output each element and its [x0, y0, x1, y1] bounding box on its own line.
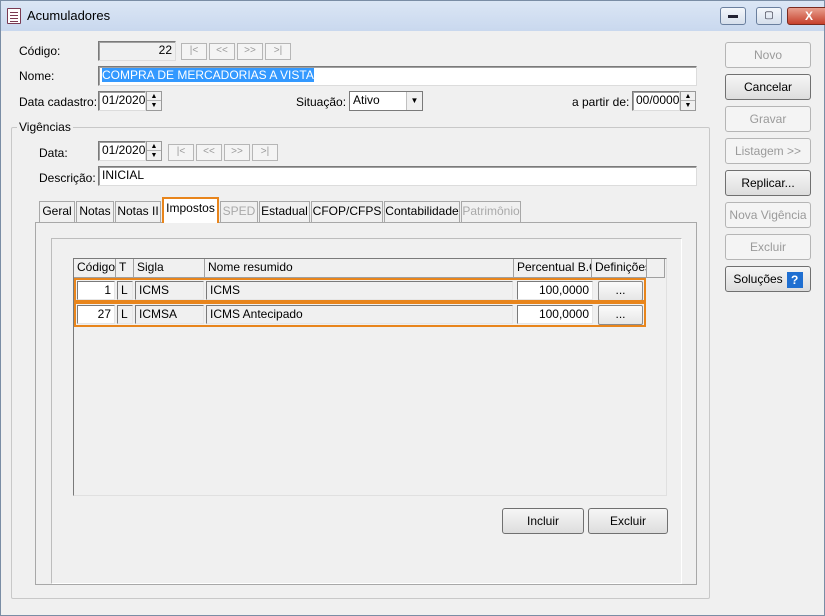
novo-button[interactable]: Novo — [725, 42, 811, 68]
data-cadastro-field[interactable]: 01/2020 — [98, 91, 146, 111]
table-row-1-definicoes-button[interactable]: ... — [598, 281, 643, 301]
accumulators-window: Acumuladores ▬ ▢ X Código: 22 |< << >> >… — [0, 0, 825, 616]
next-record-button[interactable]: >> — [237, 43, 263, 60]
vigencia-previous-button[interactable]: << — [196, 144, 222, 161]
solucoes-label: Soluções — [733, 272, 783, 286]
spin-down-icon[interactable]: ▼ — [147, 151, 161, 160]
column-header-percentual[interactable]: Percentual B.C. — [514, 259, 592, 278]
descricao-field[interactable]: INICIAL — [98, 166, 697, 186]
vigencia-last-button[interactable]: >| — [252, 144, 278, 161]
table-row-2-definicoes-button[interactable]: ... — [598, 305, 643, 325]
vigencia-data-spinner[interactable]: ▲ ▼ — [146, 141, 162, 161]
codigo-field[interactable]: 22 — [98, 41, 176, 61]
tab-estadual[interactable]: Estadual — [259, 201, 310, 222]
nome-label: Nome: — [19, 69, 55, 83]
table-row-1-nome[interactable]: ICMS — [206, 281, 513, 300]
table-row-2-t[interactable]: L — [117, 305, 133, 324]
column-header-codigo[interactable]: Código — [74, 259, 116, 278]
cancelar-button[interactable]: Cancelar — [725, 74, 811, 100]
tab-cfop-cfps[interactable]: CFOP/CFPS — [311, 201, 383, 222]
table-row-2-nome[interactable]: ICMS Antecipado — [206, 305, 513, 324]
vigencias-title: Vigências — [17, 120, 73, 134]
title-bar: Acumuladores ▬ ▢ X — [1, 1, 825, 31]
spin-up-icon[interactable]: ▲ — [681, 92, 695, 101]
column-header-sigla[interactable]: Sigla — [134, 259, 205, 278]
a-partir-label: a partir de: — [572, 95, 630, 109]
help-icon: ? — [786, 271, 803, 288]
nome-field[interactable]: COMPRA DE MERCADORIAS A VISTA — [98, 66, 697, 86]
incluir-button[interactable]: Incluir — [502, 508, 584, 534]
tab-notas[interactable]: Notas — [76, 201, 114, 222]
data-cadastro-spinner[interactable]: ▲ ▼ — [146, 91, 162, 111]
close-button[interactable]: X — [787, 7, 825, 25]
table-row-1-sigla[interactable]: ICMS — [135, 281, 204, 300]
column-header-t[interactable]: T — [116, 259, 134, 278]
column-header-blank — [647, 259, 665, 278]
solucoes-button[interactable]: Soluções? — [725, 266, 811, 292]
codigo-label: Código: — [19, 44, 61, 58]
maximize-button[interactable]: ▢ — [756, 7, 782, 25]
table-row-1-percentual[interactable]: 100,0000 — [517, 281, 593, 300]
first-record-button[interactable]: |< — [181, 43, 207, 60]
table-row-1-codigo[interactable]: 1 — [77, 281, 115, 300]
a-partir-field[interactable]: 00/0000 — [632, 91, 680, 111]
tab-sped[interactable]: SPED — [220, 201, 258, 222]
table-row-2-sigla[interactable]: ICMSA — [135, 305, 204, 324]
vigencia-data-field[interactable]: 01/2020 — [98, 141, 146, 161]
vigencia-data-label: Data: — [39, 146, 68, 160]
table-row-2-percentual[interactable]: 100,0000 — [517, 305, 593, 324]
tab-patrimonio[interactable]: Patrimônio — [461, 201, 521, 222]
data-cadastro-label: Data cadastro: — [19, 95, 98, 109]
tab-contabilidade[interactable]: Contabilidade — [384, 201, 460, 222]
replicar-button[interactable]: Replicar... — [725, 170, 811, 196]
window-title: Acumuladores — [27, 8, 111, 23]
vigencia-first-button[interactable]: |< — [168, 144, 194, 161]
situacao-select[interactable]: Ativo ▼ — [349, 91, 423, 111]
column-header-definicoes[interactable]: Definições — [592, 259, 647, 278]
spin-down-icon[interactable]: ▼ — [681, 101, 695, 110]
previous-record-button[interactable]: << — [209, 43, 235, 60]
table-row-1-t[interactable]: L — [117, 281, 133, 300]
situacao-value: Ativo — [353, 93, 380, 107]
chevron-down-icon[interactable]: ▼ — [406, 92, 422, 110]
column-header-nome-resumido[interactable]: Nome resumido — [205, 259, 514, 278]
gravar-button[interactable]: Gravar — [725, 106, 811, 132]
tab-notas-ii[interactable]: Notas II — [115, 201, 161, 222]
descricao-label: Descrição: — [39, 171, 96, 185]
spin-down-icon[interactable]: ▼ — [147, 101, 161, 110]
spin-up-icon[interactable]: ▲ — [147, 142, 161, 151]
nova-vigencia-button[interactable]: Nova Vigência — [725, 202, 811, 228]
last-record-button[interactable]: >| — [265, 43, 291, 60]
excluir-button[interactable]: Excluir — [588, 508, 668, 534]
nome-value: COMPRA DE MERCADORIAS A VISTA — [102, 68, 314, 82]
document-icon — [7, 8, 21, 24]
tab-impostos[interactable]: Impostos — [162, 197, 219, 223]
situacao-label: Situação: — [296, 95, 347, 109]
vigencia-next-button[interactable]: >> — [224, 144, 250, 161]
minimize-button[interactable]: ▬ — [720, 7, 746, 25]
excluir-vigencia-button[interactable]: Excluir Vigência — [725, 234, 811, 278]
tab-geral[interactable]: Geral — [39, 201, 75, 222]
a-partir-spinner[interactable]: ▲ ▼ — [680, 91, 696, 111]
table-row-2-codigo[interactable]: 27 — [77, 305, 115, 324]
listagem-button[interactable]: Listagem >> — [725, 138, 811, 164]
spin-up-icon[interactable]: ▲ — [147, 92, 161, 101]
